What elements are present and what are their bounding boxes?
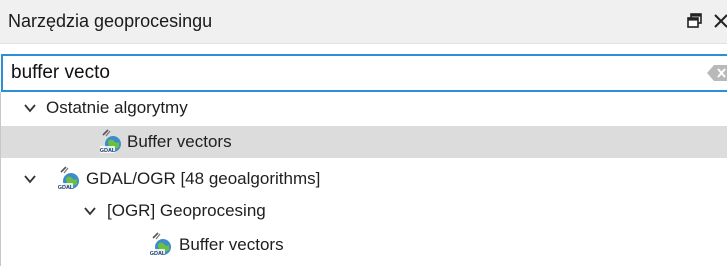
tree-node-label: [OGR] Geoprocesing: [107, 201, 266, 220]
tree-node-ogr-geoprocessing[interactable]: [OGR] Geoprocesing: [1, 195, 727, 227]
search-box: [1, 54, 727, 92]
tree-node-recent[interactable]: Ostatnie algorytmy: [1, 92, 727, 124]
algorithm-tree: Ostatnie algorytmy Buffer vectors GDAL/O…: [0, 92, 727, 266]
chevron-down-icon[interactable]: [23, 101, 37, 115]
gdal-icon: [149, 231, 173, 257]
panel-header: Narzędzia geoprocesingu: [0, 0, 727, 44]
chevron-down-icon[interactable]: [83, 204, 97, 218]
tree-item-label: Buffer vectors: [179, 235, 284, 254]
gdal-icon: [99, 128, 123, 154]
search-input[interactable]: [11, 56, 691, 90]
tree-item-buffer-vectors-recent[interactable]: Buffer vectors: [1, 126, 727, 158]
clear-input-icon[interactable]: [707, 64, 727, 82]
close-icon[interactable]: [712, 12, 727, 30]
tree-node-label: GDAL/OGR [48 geoalgorithms]: [86, 169, 321, 188]
chevron-down-icon[interactable]: [23, 172, 37, 186]
float-window-icon[interactable]: [686, 12, 704, 30]
gdal-icon: [57, 165, 81, 191]
tree-item-label: Buffer vectors: [127, 132, 232, 151]
tree-node-gdal-provider[interactable]: GDAL/OGR [48 geoalgorithms]: [1, 163, 727, 195]
tree-item-buffer-vectors-ogr[interactable]: Buffer vectors: [1, 229, 727, 261]
panel-title: Narzędzia geoprocesingu: [8, 11, 213, 31]
tree-node-label: Ostatnie algorytmy: [46, 98, 188, 117]
